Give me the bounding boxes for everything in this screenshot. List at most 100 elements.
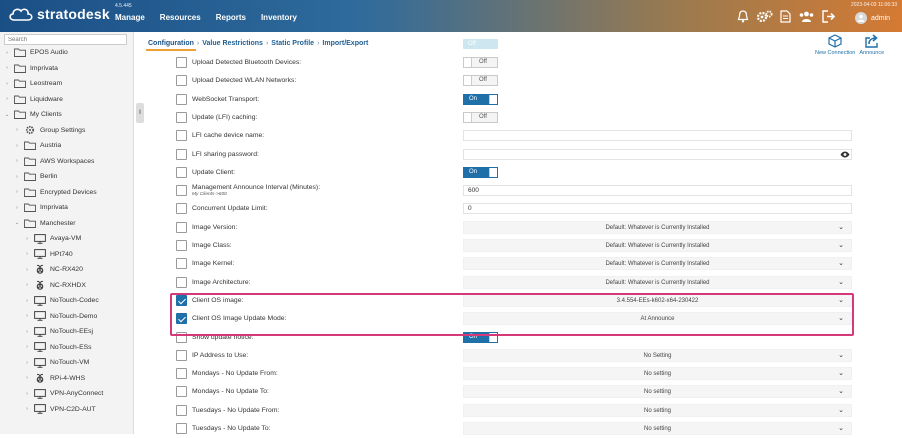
tree-node[interactable]: › Encrypted Devices <box>0 185 133 201</box>
chevron-right-icon[interactable]: › <box>14 205 20 211</box>
setting-checkbox[interactable] <box>176 130 187 142</box>
setting-checkbox[interactable] <box>176 349 187 361</box>
setting-toggle[interactable]: On <box>463 166 498 178</box>
new-connection-button[interactable]: New Connection <box>815 34 855 56</box>
setting-toggle[interactable]: Off <box>463 75 498 87</box>
announce-button[interactable]: Announce <box>859 34 884 56</box>
chevron-right-icon[interactable]: › <box>4 50 10 56</box>
tree-node[interactable]: › Imprivata <box>0 200 133 216</box>
setting-dropdown[interactable]: No setting ⌄ <box>463 422 852 435</box>
setting-checkbox[interactable] <box>176 313 187 325</box>
setting-checkbox[interactable] <box>176 404 187 416</box>
tree-node[interactable]: › Avaya-VM <box>0 231 133 247</box>
tab-static-profile[interactable]: Static Profile <box>269 40 316 51</box>
setting-dropdown[interactable]: No setting ⌄ <box>463 367 852 381</box>
setting-dropdown[interactable]: No setting ⌄ <box>463 403 852 417</box>
setting-dropdown[interactable]: 3.4.554-EEs-k602-x64-230422 ⌄ <box>463 293 852 307</box>
setting-toggle[interactable]: Off <box>463 111 498 123</box>
setting-checkbox[interactable] <box>176 386 187 398</box>
setting-checkbox[interactable] <box>176 148 187 160</box>
chevron-right-icon[interactable]: › <box>24 267 30 273</box>
tree-node[interactable]: › NoTouch-ESs <box>0 340 133 356</box>
chevron-right-icon[interactable]: › <box>14 127 20 133</box>
setting-checkbox[interactable] <box>176 57 187 68</box>
setting-checkbox[interactable] <box>176 203 187 215</box>
setting-dropdown[interactable]: Default: Whatever is Currently Installed… <box>463 275 852 289</box>
tree-node[interactable]: › AWS Workspaces <box>0 154 133 170</box>
tree-node[interactable]: › NoTouch-Demo <box>0 309 133 325</box>
chevron-right-icon[interactable]: › <box>24 391 30 397</box>
setting-text-field[interactable] <box>463 130 852 142</box>
setting-text-field[interactable]: 600 <box>463 185 852 197</box>
chevron-right-icon[interactable]: › <box>14 189 20 195</box>
setting-checkbox[interactable] <box>176 166 187 178</box>
chevron-right-icon[interactable]: › <box>24 298 30 304</box>
setting-checkbox[interactable] <box>176 423 187 434</box>
chevron-right-icon[interactable]: › <box>14 174 20 180</box>
tree-node[interactable]: › NoTouch-VM <box>0 355 133 371</box>
nav-manage[interactable]: Manage <box>115 13 145 22</box>
setting-toggle[interactable]: On <box>463 331 498 343</box>
tree-node[interactable]: › Austria <box>0 138 133 154</box>
tree-node[interactable]: › RPi-4-WHS <box>0 371 133 387</box>
setting-dropdown[interactable]: Default: Whatever is Currently Installed… <box>463 239 852 252</box>
chevron-right-icon[interactable]: › <box>4 81 10 87</box>
setting-text-field[interactable]: 0 <box>463 203 852 215</box>
password-field[interactable] <box>463 148 852 160</box>
scrolled-toggle-partial[interactable]: Off <box>463 39 498 49</box>
chevron-right-icon[interactable]: › <box>24 313 30 319</box>
setting-toggle[interactable]: On <box>463 93 498 105</box>
chevron-right-icon[interactable]: › <box>24 282 30 288</box>
tree-node[interactable]: › Berlin <box>0 169 133 185</box>
tree-node[interactable]: › Liquidware <box>0 92 133 108</box>
tree-node[interactable]: ⌄ Manchester <box>0 216 133 232</box>
tree-node[interactable]: › NoTouch-Codec <box>0 293 133 309</box>
document-icon[interactable] <box>780 10 791 23</box>
setting-checkbox[interactable] <box>176 93 187 105</box>
chevron-right-icon[interactable]: › <box>24 360 30 366</box>
tree-node[interactable]: › NC-RXHDX <box>0 278 133 294</box>
setting-checkbox[interactable] <box>176 331 187 343</box>
setting-dropdown[interactable]: No setting ⌄ <box>463 385 852 399</box>
chevron-right-icon[interactable]: › <box>24 329 30 335</box>
chevron-right-icon[interactable]: › <box>24 375 30 381</box>
setting-checkbox[interactable] <box>176 240 187 251</box>
stratodesk-logo[interactable]: stratodesk <box>8 6 110 22</box>
tree-node[interactable]: ⌄ My Clients <box>0 107 133 123</box>
setting-checkbox[interactable] <box>176 221 187 233</box>
setting-dropdown[interactable]: No Setting ⌄ <box>463 348 852 362</box>
setting-dropdown[interactable]: Default: Whatever is Currently Installed… <box>463 257 852 271</box>
chevron-right-icon[interactable]: › <box>14 143 20 149</box>
nav-resources[interactable]: Resources <box>160 13 201 22</box>
chevron-down-icon[interactable]: ⌄ <box>14 220 20 226</box>
setting-checkbox[interactable] <box>176 75 187 87</box>
chevron-right-icon[interactable]: › <box>24 344 30 350</box>
tree-node[interactable]: › Group Settings <box>0 123 133 139</box>
users-icon[interactable] <box>798 10 815 23</box>
eye-icon[interactable] <box>840 151 850 160</box>
tab-import-export[interactable]: Import/Export <box>320 40 370 51</box>
setting-dropdown[interactable]: Default: Whatever is Currently Installed… <box>463 220 852 234</box>
setting-checkbox[interactable] <box>176 111 187 123</box>
chevron-right-icon[interactable]: › <box>14 158 20 164</box>
tab-value-restrictions[interactable]: Value Restrictions <box>200 40 265 51</box>
tree-node[interactable]: › VPN-C2D-AUT <box>0 402 133 418</box>
tree-node[interactable]: › Leostream <box>0 76 133 92</box>
user-menu[interactable]: admin <box>855 12 890 24</box>
search-input[interactable] <box>4 34 127 45</box>
chevron-right-icon[interactable]: › <box>24 251 30 257</box>
setting-dropdown[interactable]: At Announce ⌄ <box>463 312 852 326</box>
chevron-right-icon[interactable]: › <box>24 236 30 242</box>
sidebar-collapse-handle[interactable]: ‖ <box>136 103 144 123</box>
chevron-right-icon[interactable]: › <box>4 65 10 71</box>
setting-checkbox[interactable] <box>176 185 187 197</box>
nav-inventory[interactable]: Inventory <box>261 13 297 22</box>
chevron-down-icon[interactable]: ⌄ <box>4 112 10 118</box>
tree-node[interactable]: › VPN-AnyConnect <box>0 386 133 402</box>
nav-reports[interactable]: Reports <box>216 13 246 22</box>
tree-node[interactable]: › EPOS Audio <box>0 45 133 61</box>
setting-checkbox[interactable] <box>176 258 187 270</box>
tab-configuration[interactable]: Configuration <box>146 40 196 51</box>
logout-icon[interactable] <box>822 10 836 23</box>
setting-checkbox[interactable] <box>176 276 187 288</box>
